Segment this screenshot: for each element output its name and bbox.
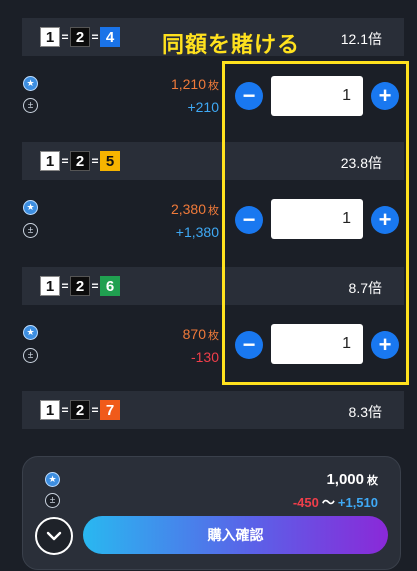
combo-numbers: 1 = 2 = 6 xyxy=(40,276,120,296)
equals-sign: = xyxy=(61,279,69,293)
equals-sign: = xyxy=(91,279,99,293)
third-place-box: 5 xyxy=(100,151,120,171)
combo-numbers: 1 = 2 = 4 xyxy=(40,27,120,47)
plus-minus-circle-icon: ± xyxy=(45,493,60,508)
equals-sign: = xyxy=(91,154,99,168)
third-place-box: 6 xyxy=(100,276,120,296)
increment-button[interactable]: + xyxy=(371,206,399,234)
odds-label: 12.1倍 xyxy=(340,31,382,47)
equals-sign: = xyxy=(91,403,99,417)
first-place-box: 1 xyxy=(40,276,60,296)
collapse-button[interactable] xyxy=(35,517,73,555)
profit-value: +210 xyxy=(187,99,219,115)
decrement-button[interactable]: − xyxy=(235,206,263,234)
star-circle-icon: ★ xyxy=(23,200,38,215)
increment-button[interactable]: + xyxy=(371,331,399,359)
quantity-input[interactable]: 1 xyxy=(271,76,363,116)
decrement-button[interactable]: − xyxy=(235,82,263,110)
odds-label: 23.8倍 xyxy=(340,155,382,171)
payout-coins: 2,380 枚 xyxy=(170,201,219,217)
chevron-down-icon xyxy=(46,531,62,541)
purchase-summary-panel: ★ ± 1,000 枚 -450 〜 +1,510 購入確認 xyxy=(22,456,401,570)
plus-minus-circle-icon: ± xyxy=(23,223,38,238)
first-place-box: 1 xyxy=(40,400,60,420)
increment-button[interactable]: + xyxy=(371,82,399,110)
decrement-button[interactable]: − xyxy=(235,331,263,359)
bet-row: ★ ± 2,380 枚 +1,380 − 1 + xyxy=(0,189,417,251)
odds-label: 8.7倍 xyxy=(348,280,382,296)
star-circle-icon: ★ xyxy=(23,76,38,91)
payout-coins: 1,210 枚 xyxy=(170,76,219,92)
second-place-box: 2 xyxy=(70,400,90,420)
bet-row: ★ ± 1,210 枚 +210 − 1 + xyxy=(0,66,417,128)
combo-numbers: 1 = 2 = 5 xyxy=(40,151,120,171)
first-place-box: 1 xyxy=(40,151,60,171)
annotation-label: 同額を賭ける xyxy=(162,32,301,57)
odds-label: 8.3倍 xyxy=(348,404,382,420)
combo-header: 1 = 2 = 7 8.3倍 xyxy=(22,391,404,429)
combo-numbers: 1 = 2 = 7 xyxy=(40,400,120,420)
profit-range: -450 〜 +1,510 xyxy=(292,495,378,510)
quantity-input[interactable]: 1 xyxy=(271,199,363,239)
combo-header: 1 = 2 = 5 23.8倍 xyxy=(22,142,404,180)
second-place-box: 2 xyxy=(70,151,90,171)
payout-coins: 870 枚 xyxy=(182,326,219,342)
star-circle-icon: ★ xyxy=(45,472,60,487)
purchase-confirm-button[interactable]: 購入確認 xyxy=(83,516,388,554)
profit-value: +1,380 xyxy=(175,224,219,240)
total-coins: 1,000 枚 xyxy=(326,471,378,488)
third-place-box: 7 xyxy=(100,400,120,420)
plus-minus-circle-icon: ± xyxy=(23,98,38,113)
second-place-box: 2 xyxy=(70,276,90,296)
third-place-box: 4 xyxy=(100,27,120,47)
profit-value: -130 xyxy=(190,349,219,365)
first-place-box: 1 xyxy=(40,27,60,47)
plus-minus-circle-icon: ± xyxy=(23,348,38,363)
equals-sign: = xyxy=(61,30,69,44)
second-place-box: 2 xyxy=(70,27,90,47)
equals-sign: = xyxy=(61,154,69,168)
star-circle-icon: ★ xyxy=(23,325,38,340)
bet-row: ★ ± 870 枚 -130 − 1 + xyxy=(0,314,417,376)
quantity-input[interactable]: 1 xyxy=(271,324,363,364)
combo-header: 1 = 2 = 6 8.7倍 xyxy=(22,267,404,305)
equals-sign: = xyxy=(61,403,69,417)
equals-sign: = xyxy=(91,30,99,44)
